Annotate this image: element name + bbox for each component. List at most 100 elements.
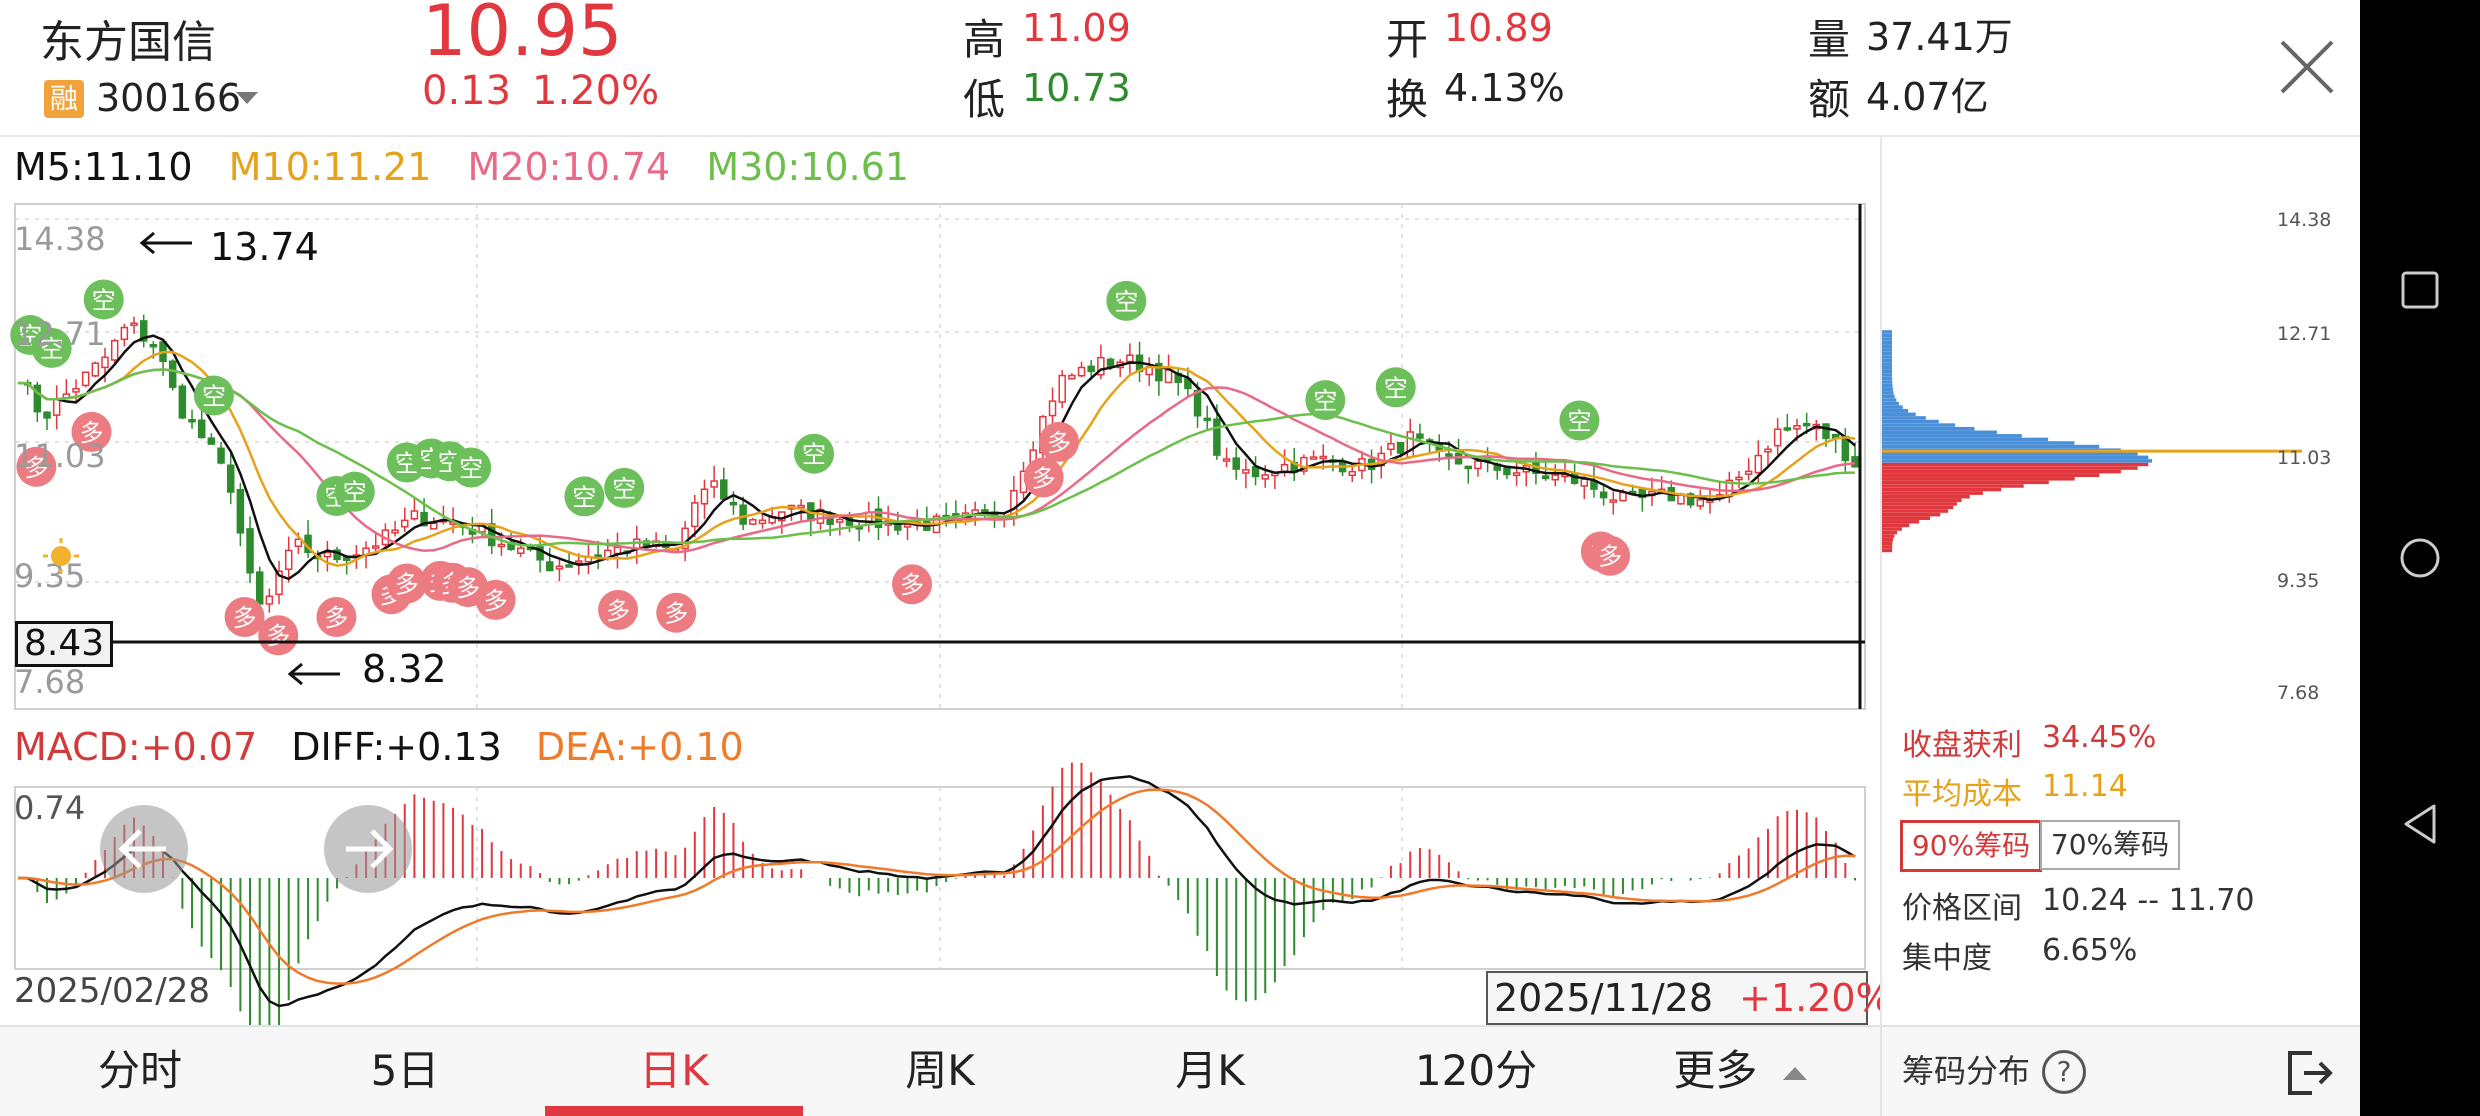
candle-body [1048, 400, 1057, 417]
candle-body [758, 519, 767, 525]
recent-apps-icon[interactable] [2400, 270, 2440, 310]
short-signal-marker-text: 空 [1384, 374, 1408, 402]
end-date-label: 2025/11/28 [1494, 976, 1714, 1020]
stock-detail-screen: 东方国信 融 300166 10.95 0.13 1.20% 高 11.09 低… [0, 0, 2360, 1116]
avg-cost-label: 平均成本 [1902, 777, 2022, 812]
candle-body [555, 565, 564, 570]
candle-body [188, 419, 196, 423]
chip-70-button[interactable]: 70%筹码 [2040, 820, 2180, 870]
candle-body [1551, 474, 1560, 481]
max-price-label: 13.74 [210, 225, 319, 269]
volume-label: 量 [1808, 15, 1851, 64]
tab-monthly-k[interactable]: 月K [1110, 1027, 1310, 1116]
chip-bar [1882, 387, 1893, 392]
candle-body [1058, 374, 1066, 403]
chip-bar [1882, 498, 1962, 503]
candle-body [226, 464, 235, 493]
candle-body [1503, 467, 1511, 476]
chip-bar [1882, 494, 1970, 499]
chip-bar [1882, 337, 1892, 341]
candle-body [1087, 365, 1095, 373]
candle-body [120, 326, 129, 341]
tab-daily-k[interactable]: 日K [574, 1027, 774, 1116]
candle-body [1193, 389, 1202, 417]
kline-svg: 空空空空空空空空空空空空空空空空空多多多多多多多多多多多多多多多多多多 [10, 203, 1866, 1025]
chip-bar [1882, 459, 2153, 463]
help-icon[interactable]: ? [2042, 1050, 2086, 1094]
candle-body [81, 371, 90, 387]
sun-icon [43, 538, 79, 574]
tab-intraday[interactable]: 分时 [40, 1027, 240, 1116]
candle-body [1619, 491, 1627, 502]
price-change: 0.13 [422, 68, 512, 114]
chip-bar [1882, 545, 1893, 549]
chip-bar [1882, 480, 2049, 485]
chip-bar [1882, 330, 1892, 334]
candle-body [178, 385, 187, 419]
candle-body [613, 546, 622, 555]
candle-body [497, 543, 506, 548]
tab-weekly-k[interactable]: 周K [840, 1027, 1040, 1116]
long-signal-marker: 多 [258, 615, 299, 656]
long-signal-marker-text: 多 [900, 571, 924, 599]
candle-body [246, 528, 254, 574]
candle-body [729, 501, 738, 506]
chip-bar [1882, 416, 1926, 420]
prev-period-button[interactable] [100, 805, 188, 893]
back-icon[interactable] [2400, 802, 2440, 846]
chip-bar [1882, 434, 2022, 438]
tab-5day[interactable]: 5日 [305, 1027, 505, 1116]
candle-body [1348, 470, 1356, 476]
candle-body [575, 560, 583, 564]
chip-bar [1882, 469, 2121, 474]
chip-bar [1882, 502, 1957, 506]
candle-body [1261, 474, 1269, 480]
end-date-box: 2025/11/28 +1.20% [1486, 971, 1892, 1025]
short-signal-marker-text: 空 [92, 286, 116, 314]
long-signal-marker: 多 [224, 596, 265, 637]
active-tab-indicator [545, 1106, 803, 1116]
kline-chart-area[interactable]: M5:11.10 M10:11.21 M20:10.74 M30:10.61 空… [0, 137, 1892, 1025]
home-icon[interactable] [2398, 536, 2442, 580]
candle-body [43, 411, 51, 419]
margin-badge: 融 [44, 80, 84, 118]
exit-icon[interactable] [2282, 1047, 2334, 1099]
start-date-label: 2025/02/28 [14, 971, 210, 1011]
long-signal-marker-text: 多 [1032, 464, 1056, 492]
chip-90-button[interactable]: 90%筹码 [1900, 820, 2042, 872]
chip-bar [1882, 405, 1903, 409]
chip-bar [1882, 380, 1893, 384]
chip-bar [1882, 437, 2049, 442]
candle-body [72, 388, 80, 393]
code-dropdown-icon[interactable] [236, 92, 258, 104]
long-signal-marker-text: 多 [664, 600, 688, 628]
candle-body [207, 437, 216, 445]
candle-body [217, 447, 225, 464]
candle-body [691, 502, 699, 528]
chip-bar [1882, 487, 2002, 492]
kline-tick-bottom: 7.68 [14, 663, 86, 701]
close-icon[interactable] [2276, 36, 2338, 98]
next-period-button[interactable] [324, 805, 412, 893]
candle-body [1164, 369, 1173, 384]
candle-body [1077, 366, 1086, 377]
long-signal-marker-text: 多 [233, 604, 257, 632]
concentration-value: 6.65% [2042, 933, 2138, 968]
chip-bar [1882, 419, 1939, 424]
chip-bar [1882, 484, 2024, 488]
candle-body [323, 551, 332, 558]
candle-body [1773, 428, 1782, 447]
candle-body [1454, 453, 1463, 465]
long-signal-marker-text: 多 [1598, 543, 1622, 571]
short-signal-marker: 空 [1375, 367, 1416, 408]
tab-more[interactable]: 更多 [1640, 1027, 1840, 1116]
candle-body [797, 504, 805, 509]
candle-body [565, 564, 573, 568]
candle-body [1213, 418, 1221, 456]
chip-bar [1882, 516, 1931, 520]
chip-footer-label: 筹码分布 [1902, 1052, 2031, 1090]
tab-120min[interactable]: 120分 [1376, 1027, 1576, 1116]
open-value: 10.89 [1444, 6, 1553, 50]
chip-bar [1882, 351, 1893, 356]
candle-body [255, 571, 264, 605]
